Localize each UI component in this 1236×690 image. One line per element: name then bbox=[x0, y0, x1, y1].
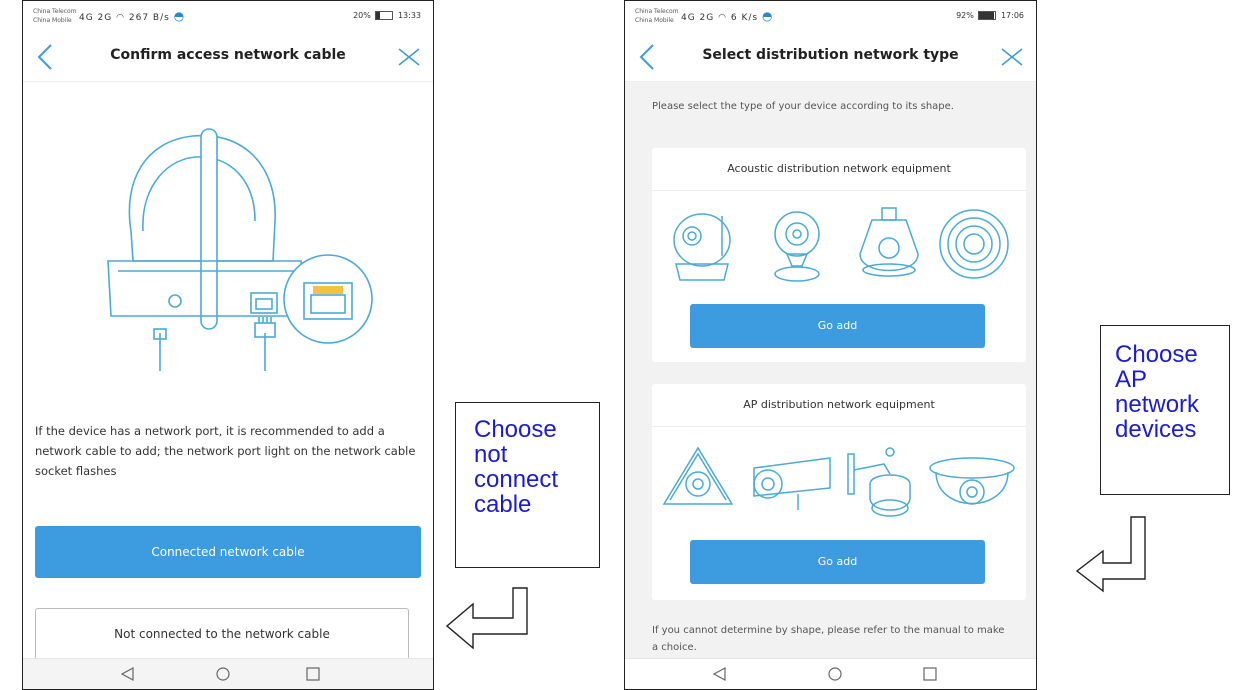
network-speed: 267 B/s bbox=[128, 13, 170, 23]
back-chevron-icon[interactable] bbox=[631, 39, 667, 75]
callout-right: Choose AP network devices bbox=[1100, 325, 1230, 495]
dome-camera-icon[interactable] bbox=[929, 457, 1015, 505]
battery-percent: 20% bbox=[353, 11, 371, 20]
clock: 13:33 bbox=[397, 11, 421, 20]
phone-screen-right: China Telecom China Mobile 4G 2G ◠ 6 K/s… bbox=[624, 0, 1037, 690]
mini-camera-icon[interactable] bbox=[774, 211, 820, 282]
nav-back-triangle-icon[interactable] bbox=[118, 665, 138, 683]
signal-icon: 4G 2G bbox=[79, 13, 113, 23]
arrow-left-icon bbox=[445, 587, 528, 650]
app-status-icon: ◓ bbox=[173, 9, 186, 23]
wall-dome-camera-icon[interactable] bbox=[847, 447, 911, 517]
battery-level bbox=[376, 12, 380, 19]
carrier-2: China Mobile bbox=[635, 17, 674, 24]
close-icon[interactable] bbox=[393, 41, 425, 73]
battery-icon bbox=[375, 11, 394, 20]
arrow-right-icon bbox=[1075, 516, 1146, 593]
clock: 17:06 bbox=[1000, 11, 1024, 20]
system-nav-bar bbox=[23, 658, 433, 689]
intro-text: Please select the type of your device ac… bbox=[652, 101, 954, 112]
not-connected-cable-button[interactable]: Not connected to the network cable bbox=[35, 608, 409, 660]
section-title: Acoustic distribution network equipment bbox=[727, 162, 951, 175]
round-speaker-camera-icon[interactable] bbox=[939, 209, 1009, 279]
nav-bar: Select distribution network type bbox=[625, 33, 1036, 82]
wifi-icon: ◠ bbox=[116, 13, 125, 23]
network-speed: 6 K/s bbox=[730, 13, 759, 23]
connected-cable-button[interactable]: Connected network cable bbox=[35, 526, 421, 578]
phone-screen-left: China Telecom China Mobile 4G 2G ◠ 267 B… bbox=[22, 0, 434, 690]
page-title: Confirm access network cable bbox=[110, 47, 346, 63]
battery-icon bbox=[978, 11, 997, 20]
app-status-icon: ◓ bbox=[761, 9, 774, 23]
acoustic-go-add-button[interactable]: Go add bbox=[690, 304, 985, 348]
battery-level bbox=[979, 12, 995, 19]
fisheye-camera-icon[interactable] bbox=[662, 446, 734, 505]
nav-home-circle-icon[interactable] bbox=[213, 665, 233, 683]
ap-device-icons bbox=[662, 446, 1015, 517]
nav-recents-square-icon[interactable] bbox=[303, 665, 323, 683]
nav-recents-square-icon[interactable] bbox=[920, 665, 940, 683]
status-bar: China Telecom China Mobile 4G 2G ◠ 6 K/s… bbox=[625, 1, 1036, 33]
system-nav-bar bbox=[625, 658, 1036, 689]
wifi-icon: ◠ bbox=[718, 13, 727, 23]
description-text: If the device has a network port, it is … bbox=[35, 424, 416, 478]
nav-bar: Confirm access network cable bbox=[23, 33, 433, 82]
camera-cable-illustration bbox=[107, 128, 373, 371]
carrier-1: China Telecom bbox=[635, 8, 679, 15]
carrier-2: China Mobile bbox=[33, 17, 72, 24]
carrier-1: China Telecom bbox=[33, 8, 77, 15]
acoustic-section: Acoustic distribution network equipment bbox=[652, 148, 1026, 362]
ap-section: AP distribution network equipment Go add bbox=[652, 384, 1026, 600]
callout-left: Choose not connect cable bbox=[455, 402, 600, 568]
page-title: Select distribution network type bbox=[702, 47, 959, 63]
nav-back-triangle-icon[interactable] bbox=[710, 665, 730, 683]
ptz-camera-icon[interactable] bbox=[673, 213, 731, 281]
ap-go-add-button[interactable]: Go add bbox=[690, 540, 985, 584]
close-icon[interactable] bbox=[996, 41, 1028, 73]
footer-note: If you cannot determine by shape, please… bbox=[652, 625, 1005, 653]
nav-home-circle-icon[interactable] bbox=[825, 665, 845, 683]
signal-icon: 4G 2G bbox=[681, 13, 715, 23]
bulb-camera-icon[interactable] bbox=[859, 207, 919, 277]
section-title: AP distribution network equipment bbox=[743, 398, 935, 411]
status-bar: China Telecom China Mobile 4G 2G ◠ 267 B… bbox=[23, 1, 433, 33]
bullet-camera-icon[interactable] bbox=[753, 457, 831, 510]
acoustic-device-icons bbox=[673, 207, 1009, 282]
battery-percent: 92% bbox=[956, 11, 974, 20]
back-chevron-icon[interactable] bbox=[29, 39, 65, 75]
